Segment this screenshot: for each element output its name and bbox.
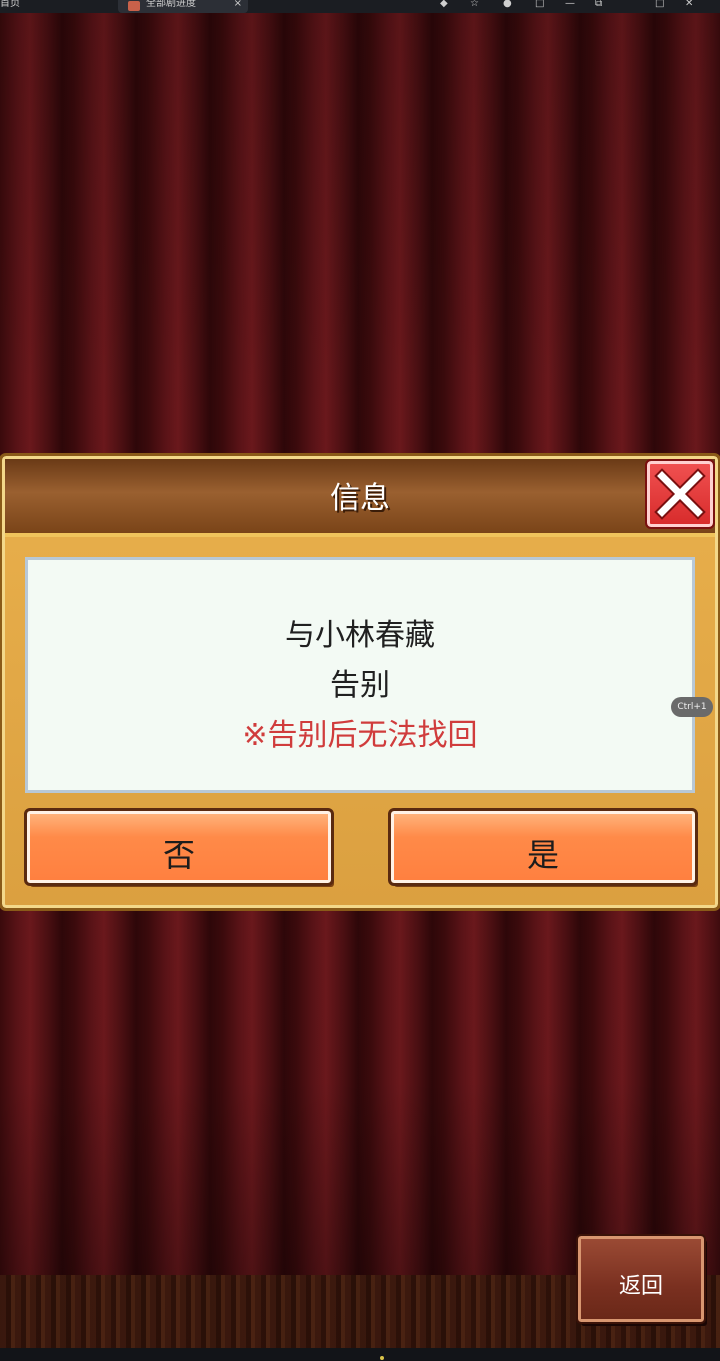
dialog-header: 信息 [5,459,715,537]
yes-button[interactable]: 是 [388,808,698,886]
back-button-label: 返回 [618,1274,663,1299]
close-button[interactable] [645,459,715,529]
tab-close-icon[interactable]: × [234,0,242,10]
close-icon [654,468,706,520]
dialog-title: 信息 [330,481,390,516]
tab-favicon-icon [128,1,140,11]
extension-icon[interactable]: ◆ [440,0,448,10]
close-window-icon[interactable]: ✕ [685,0,693,10]
back-button[interactable]: 返回 [576,1234,706,1324]
info-dialog: 信息 与小林春藏 告别 ※告别后无法找回 否 是 [0,453,720,911]
indicator-dot [380,1356,384,1360]
minimize-icon[interactable]: — [565,0,575,10]
restore-icon[interactable]: ⧉ [595,0,602,10]
bottom-bar [0,1348,720,1361]
active-tab[interactable]: 全部剧进度 × [118,0,248,13]
maximize-icon[interactable]: □ [655,0,664,10]
message-name: 与小林春藏 [285,618,435,653]
message-action: 告别 [330,668,390,703]
no-button-label: 否 [162,836,195,874]
message-box: 与小林春藏 告别 ※告别后无法找回 [25,557,695,793]
tab-title: 全部剧进度 [146,0,196,9]
no-button[interactable]: 否 [24,808,334,886]
yes-button-label: 是 [526,836,559,874]
bookmark-icon[interactable]: ☆ [470,0,479,10]
window-icon[interactable]: □ [535,0,544,10]
shortcut-badge[interactable]: Ctrl+1 [671,697,713,717]
browser-tab-bar: 首页 全部剧进度 × ◆ ☆ ● □ — ⧉ □ ✕ [0,0,720,13]
home-tab[interactable]: 首页 [0,0,20,10]
warning-text: ※告别后无法找回 [242,718,478,753]
profile-icon[interactable]: ● [503,0,512,10]
